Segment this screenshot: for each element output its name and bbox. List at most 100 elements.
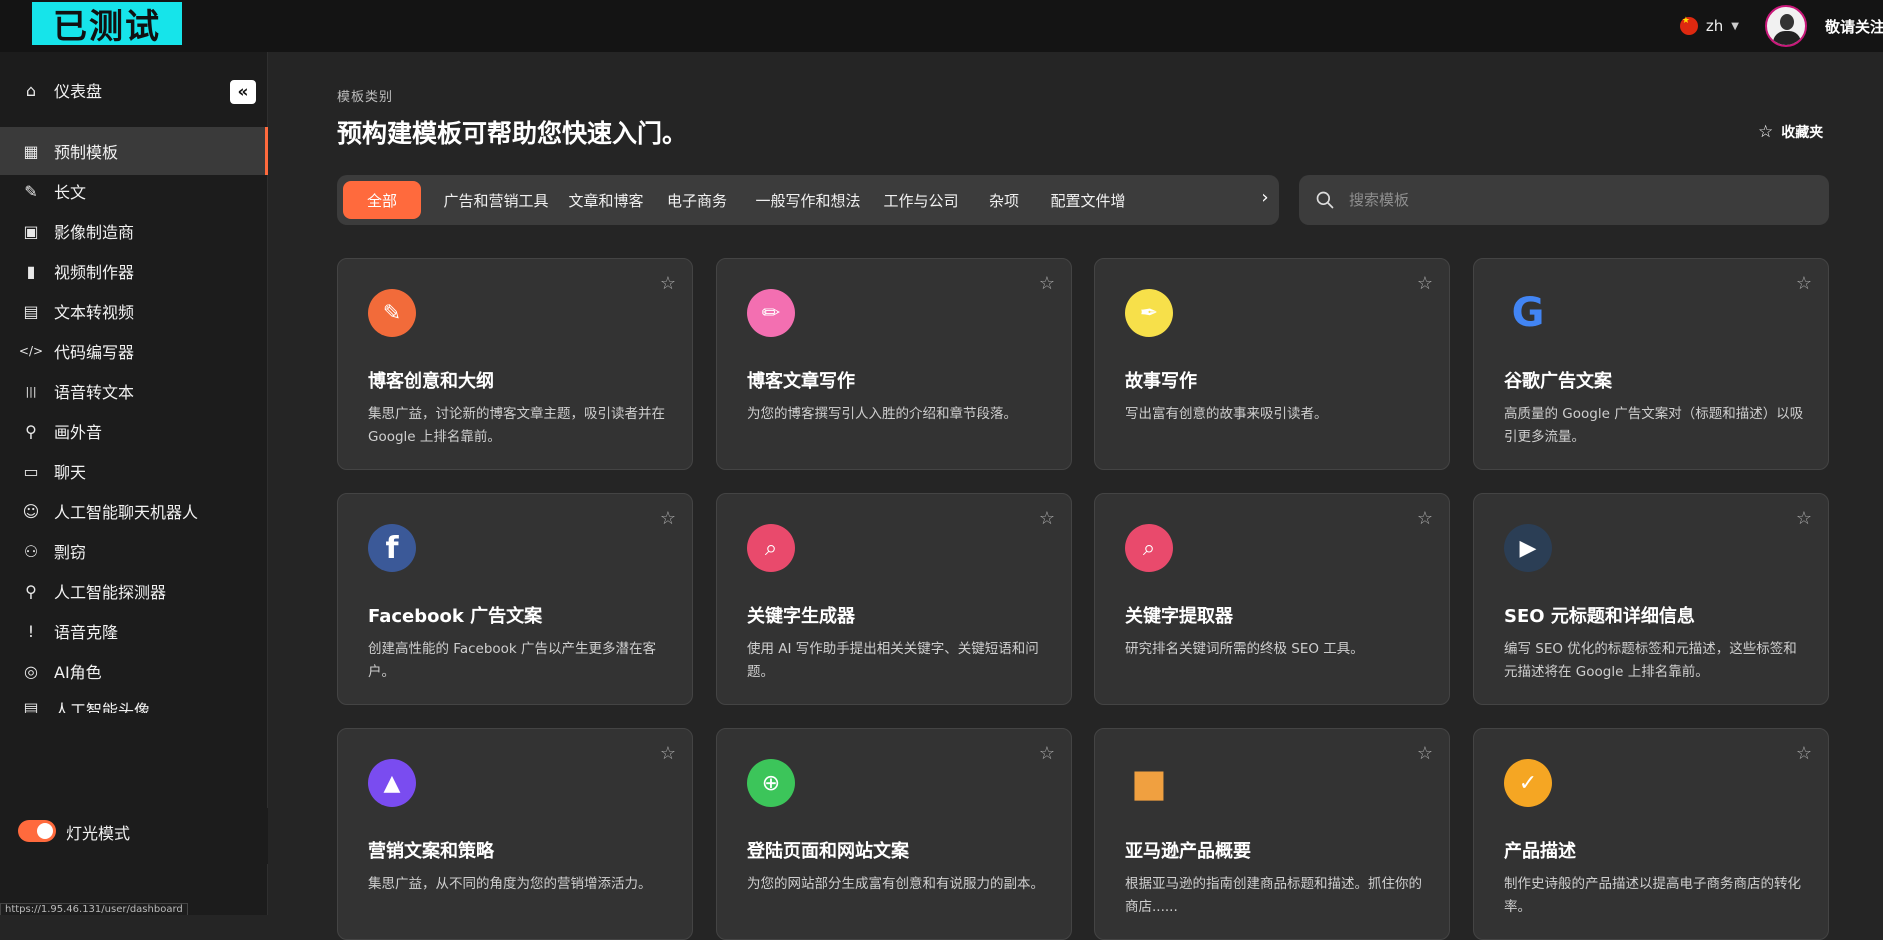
card-description: 为您的网站部分生成富有创意和有说服力的副本。 [747,876,1044,892]
keyword-search-icon: ⌕ [747,524,795,572]
waveform-icon: ||| [25,384,37,398]
pen-icon: ✎ [24,181,38,201]
card-description: 高质量的 Google 广告文案对（标题和描述）以吸引更多流量。 [1504,406,1804,445]
template-card[interactable]: ☆ G 谷歌广告文案 高质量的 Google 广告文案对（标题和描述）以吸引更多流量。 [1473,258,1829,470]
language-selector[interactable]: zh ▼ [1679,16,1739,35]
star-icon: ☆ [1758,122,1774,142]
card-title: 故事写作 [1125,371,1197,392]
tab-4[interactable]: 一般写作和想法 [753,181,863,219]
keyword-extract-icon: ⌕ [1125,524,1173,572]
template-card[interactable]: ☆ ✒ 故事写作写出富有创意的故事来吸引读者。 [1094,258,1450,470]
template-card[interactable]: ☆ f Facebook 广告文案 创建高性能的 Facebook 广告以产生更多潜在… [337,493,693,705]
sidebar-item-label: 代码编写器 [54,343,135,362]
card-title: 谷歌广告文案 [1504,371,1612,392]
card-title: 关键字生成器 [747,606,855,627]
robot-icon: ☺ [22,501,40,521]
camera-gear-icon: ◎ [24,661,38,681]
template-card[interactable]: ☆ ✎ 博客创意和大纲 集思广益，讨论新的博客文章主题，吸引读者并在 Google 上… [337,258,693,470]
quill-icon: ✒ [1125,289,1173,337]
alert-circle-icon: ! [27,621,35,641]
template-card[interactable]: ☆ ⌕ 关键字生成器使用 AI 写作助手提出相关关键字、关键短语和问题。 [716,493,1072,705]
template-card[interactable]: ☆ ⌕ 关键字提取器 研究排名关键词所需的终极 SEO 工具。 [1094,493,1450,705]
search-input[interactable] [1349,191,1809,209]
favorites-button[interactable]: ☆ 收藏夹 [1758,122,1823,142]
pencil-icon: ✏ [747,289,795,337]
star-icon[interactable]: ☆ [1039,273,1055,294]
template-card[interactable]: ☆ ▲ 营销文案和策略 集思广益，从不同的角度为您的营销增添活力。 [337,728,693,940]
breadcrumb: 模板类别 [337,90,394,105]
tab-1[interactable]: 广告和营销工具 [441,181,551,219]
top-bar: 已测试 zh ▼ 敬请关注 [0,0,1883,52]
card-description: 使用 AI 写作助手提出相关关键字、关键短语和问题。 [747,641,1039,680]
username[interactable]: 敬请关注 [1825,16,1883,37]
tab-3[interactable]: 电子商务 [655,181,739,219]
avatar[interactable] [1765,5,1807,47]
star-icon[interactable]: ☆ [660,743,676,764]
chat-icon: ▭ [23,461,39,481]
star-icon[interactable]: ☆ [1417,273,1433,294]
detector-icon: ⚲ [25,581,37,601]
logo[interactable]: 已测试 [32,2,182,47]
tab-7[interactable]: 配置文件增 [1043,181,1133,219]
sidebar-item-15[interactable]: ▤ 人工智能头像 [0,687,268,714]
chevron-down-icon: ▼ [1731,20,1739,32]
sidebar-item-label: 预制模板 [54,143,119,162]
dashboard-grid-icon: ▦ [23,141,39,161]
card-title: 亚马逊产品概要 [1125,841,1251,862]
category-tabs: 全部 广告和营销工具 文章和博客 电子商务 一般写作和想法 工作与公司 杂项 配置文件增 › [337,175,1279,225]
sidebar-item-label: 人工智能探测器 [54,583,167,602]
chevron-right-icon[interactable]: › [1257,187,1273,208]
tab-5[interactable]: 工作与公司 [875,181,967,219]
template-card[interactable]: ☆ ✏ 博客文章写作为您的博客撰写引人入胜的介绍和章节段落。 [716,258,1072,470]
card-description: 根据亚马逊的指南创建商品标题和描述。抓住你的商店...... [1125,876,1422,915]
star-icon[interactable]: ☆ [1796,273,1812,294]
sidebar-item-label: 语音克隆 [54,623,119,642]
card-title: 关键字提取器 [1125,606,1233,627]
facebook-icon: f [368,524,416,572]
tab-6[interactable]: 杂项 [979,181,1029,219]
star-icon[interactable]: ☆ [660,273,676,294]
china-flag-icon [1679,16,1698,35]
star-icon[interactable]: ☆ [660,508,676,529]
tab-0[interactable]: 全部 [343,181,421,219]
favorites-label: 收藏夹 [1781,125,1824,141]
star-icon[interactable]: ☆ [1417,743,1433,764]
star-icon[interactable]: ☆ [1039,508,1055,529]
marketing-shapes-icon: ▲ [368,759,416,807]
card-title: 博客文章写作 [747,371,855,392]
star-icon[interactable]: ☆ [1796,508,1812,529]
template-card[interactable]: ☆ ✓ 产品描述制作史诗般的产品描述以提高电子商务商店的转化率。 [1473,728,1829,940]
tab-2[interactable]: 文章和博客 [563,181,649,219]
card-description: 制作史诗般的产品描述以提高电子商务商店的转化率。 [1504,876,1801,915]
clipboard-icon: ✓ [1504,759,1552,807]
sidebar-item-label: 人工智能头像 [54,701,151,713]
star-icon[interactable]: ☆ [1039,743,1055,764]
card-description: 写出富有创意的故事来吸引读者。 [1125,406,1328,422]
star-icon[interactable]: ☆ [1417,508,1433,529]
star-icon[interactable]: ☆ [1796,743,1812,764]
sidebar-item-label: 画外音 [54,423,103,442]
sidebar-item-label: 仪表盘 [54,82,103,101]
avatar-icon: ▤ [23,698,39,714]
sidebar-item-label: 文本转视频 [54,303,135,322]
template-card[interactable]: ☆ ▶ SEO 元标题和详细信息 编写 SEO 优化的标题标签和元描述，这些标签和元描… [1473,493,1829,705]
card-description: 为您的博客撰写引人入胜的介绍和章节段落。 [747,406,1017,422]
microphone-icon: ⚲ [25,421,37,441]
plagiarism-icon: ⚇ [23,541,39,561]
light-mode-toggle[interactable] [18,820,56,842]
light-mode-label: 灯光模式 [66,824,131,843]
card-title: 产品描述 [1504,841,1576,862]
globe-icon: ⊕ [747,759,795,807]
search-bar [1299,175,1829,225]
template-card[interactable]: ☆ ■ 亚马逊产品概要 根据亚马逊的指南创建商品标题和描述。抓住你的商店...... [1094,728,1450,940]
card-description: 编写 SEO 优化的标题标签和元描述，这些标签和元描述将在 Google 上排名… [1504,641,1797,680]
sidebar-item-label: 人工智能聊天机器人 [54,503,199,522]
sidebar-item-0[interactable]: ⌂ 仪表盘 [0,66,268,114]
template-card[interactable]: ☆ ⊕ 登陆页面和网站文案 为您的网站部分生成富有创意和有说服力的副本。 [716,728,1072,940]
card-description: 集思广益，讨论新的博客文章主题，吸引读者并在 Google 上排名靠前。 [368,406,665,445]
sidebar-item-label: 语音转文本 [54,383,135,402]
card-title: 博客创意和大纲 [368,371,494,392]
top-right-controls: zh ▼ 敬请关注 [1679,0,1883,52]
sidebar-item-label: 影像制造商 [54,223,135,242]
media-gallery-icon: ▶ [1504,524,1552,572]
